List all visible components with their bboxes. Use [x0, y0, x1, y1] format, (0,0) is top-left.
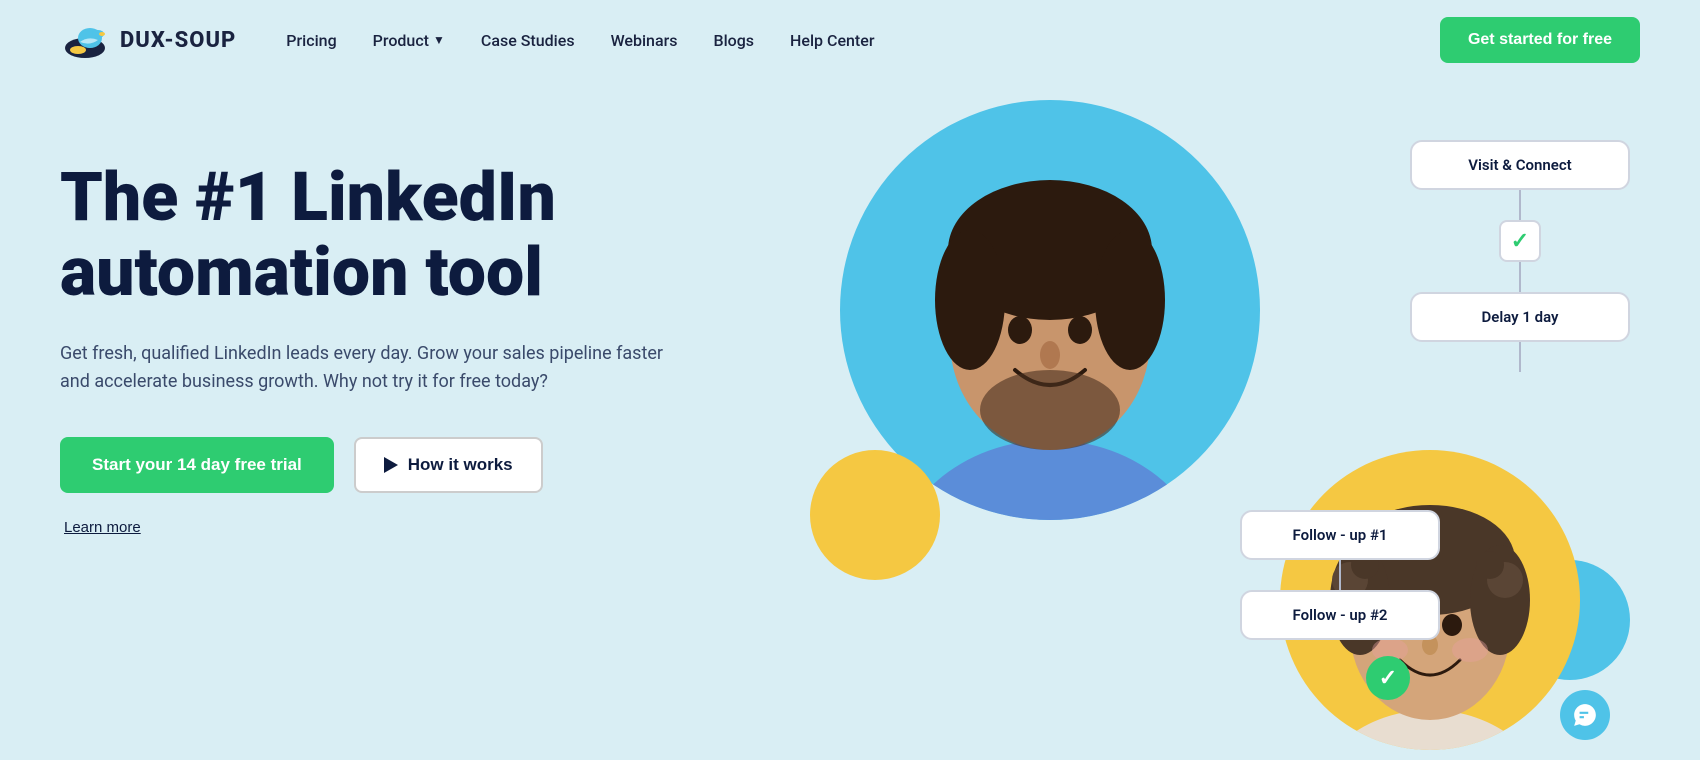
check-badge-icon: ✓: [1379, 666, 1397, 691]
workflow-card-followup2: Follow - up #2: [1240, 590, 1440, 640]
hero-illustration: Visit & Connect ✓ Delay 1 day Follow - u…: [760, 120, 1640, 760]
workflow-checkbox: ✓: [1499, 220, 1541, 262]
workflow-card-delay: Delay 1 day: [1410, 292, 1630, 342]
yellow-circle-left: [810, 450, 940, 580]
nav-item-pricing[interactable]: Pricing: [286, 31, 336, 50]
get-started-button[interactable]: Get started for free: [1440, 17, 1640, 63]
workflow-connector-4: [1339, 560, 1341, 590]
workflow-connector-1: [1519, 190, 1521, 220]
hero-title: The #1 LinkedIn automation tool: [60, 160, 760, 310]
nav-link-blogs[interactable]: Blogs: [713, 31, 754, 50]
green-check-badge: ✓: [1366, 656, 1410, 700]
logo-area[interactable]: DUX-SOUP: [60, 20, 236, 60]
nav-link-case-studies[interactable]: Case Studies: [481, 31, 575, 50]
nav-item-webinars[interactable]: Webinars: [611, 31, 678, 50]
nav-link-webinars[interactable]: Webinars: [611, 31, 678, 50]
chevron-down-icon: ▼: [433, 33, 445, 47]
nav-links: Pricing Product ▼ Case Studies Webinars …: [286, 31, 874, 50]
brand-name: DUX-SOUP: [120, 28, 236, 53]
nav-item-product[interactable]: Product ▼: [373, 31, 445, 50]
check-icon: ✓: [1511, 229, 1529, 254]
workflow-card-visit-connect: Visit & Connect: [1410, 140, 1630, 190]
nav-item-case-studies[interactable]: Case Studies: [481, 31, 575, 50]
workflow-connector-3: [1519, 342, 1521, 372]
navbar: DUX-SOUP Pricing Product ▼ Case Studies …: [0, 0, 1700, 80]
hero-subtitle: Get fresh, qualified LinkedIn leads ever…: [60, 340, 680, 398]
nav-item-blogs[interactable]: Blogs: [713, 31, 754, 50]
nav-link-pricing[interactable]: Pricing: [286, 31, 336, 50]
nav-link-product[interactable]: Product ▼: [373, 31, 445, 50]
free-trial-button[interactable]: Start your 14 day free trial: [60, 437, 334, 493]
learn-more-link[interactable]: Learn more: [64, 519, 141, 536]
navbar-left: DUX-SOUP Pricing Product ▼ Case Studies …: [60, 20, 874, 60]
workflow-connector-2: [1519, 262, 1521, 292]
hero-buttons: Start your 14 day free trial How it work…: [60, 437, 760, 493]
chat-icon: [1572, 702, 1598, 728]
hero-left-content: The #1 LinkedIn automation tool Get fres…: [60, 120, 760, 536]
how-it-works-button[interactable]: How it works: [354, 437, 543, 493]
duxsoup-logo-icon: [60, 20, 110, 60]
followup-cards-area: Follow - up #1 Follow - up #2: [1240, 510, 1440, 640]
hero-section: The #1 LinkedIn automation tool Get fres…: [0, 80, 1700, 760]
chat-bubble-button[interactable]: [1560, 690, 1610, 740]
nav-item-help-center[interactable]: Help Center: [790, 31, 874, 50]
nav-link-help-center[interactable]: Help Center: [790, 31, 874, 50]
workflow-diagram: Visit & Connect ✓ Delay 1 day: [1410, 140, 1630, 372]
play-icon: [384, 457, 398, 473]
workflow-card-followup1: Follow - up #1: [1240, 510, 1440, 560]
